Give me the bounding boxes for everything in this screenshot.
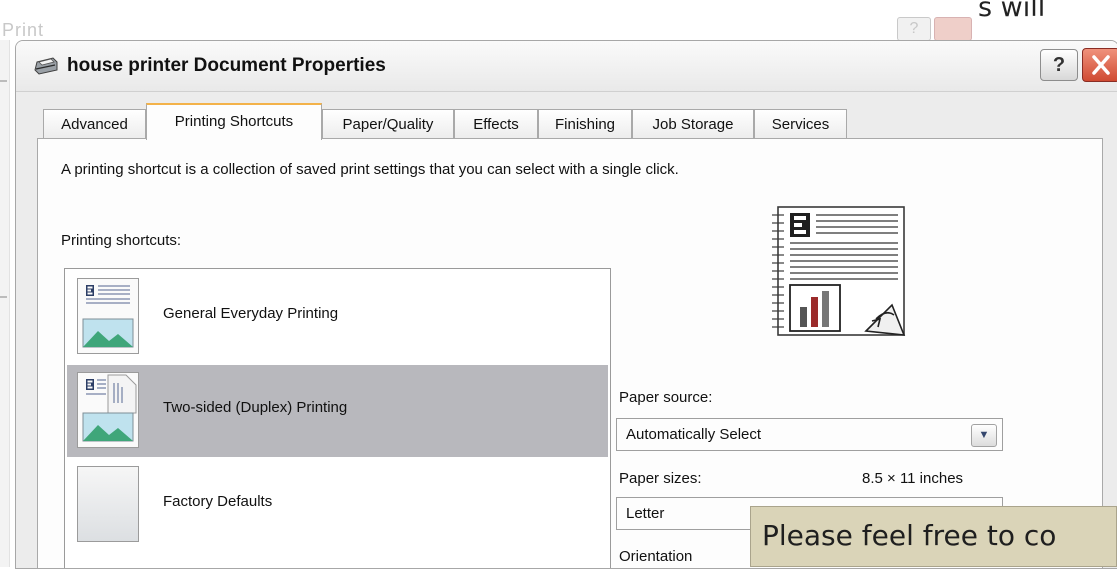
background-edge-mark bbox=[0, 296, 7, 298]
paper-size-dimensions: 8.5 × 11 inches bbox=[862, 470, 964, 487]
paper-source-label: Paper source: bbox=[619, 389, 713, 406]
paper-source-value: Automatically Select bbox=[626, 426, 762, 443]
chevron-down-icon[interactable]: ▼ bbox=[971, 424, 997, 447]
background-window: Print ? s will bbox=[0, 0, 1117, 41]
duplex-document-icon bbox=[77, 372, 139, 448]
orientation-label: Orientation bbox=[619, 548, 693, 565]
tab-effects[interactable]: Effects bbox=[454, 109, 538, 139]
tab-paper-quality[interactable]: Paper/Quality bbox=[322, 109, 454, 139]
tab-job-storage[interactable]: Job Storage bbox=[632, 109, 754, 139]
shortcuts-description: A printing shortcut is a collection of s… bbox=[61, 161, 679, 178]
title-bar[interactable]: house printer Document Properties ? bbox=[16, 41, 1117, 92]
blank-page-icon bbox=[77, 466, 139, 542]
shortcut-label: Factory Defaults bbox=[163, 493, 273, 510]
shortcut-label: Two-sided (Duplex) Printing bbox=[163, 399, 348, 416]
paper-sizes-label: Paper sizes: bbox=[619, 470, 702, 487]
close-icon bbox=[1092, 55, 1110, 75]
help-button[interactable]: ? bbox=[1040, 49, 1078, 81]
close-button[interactable] bbox=[1082, 48, 1117, 82]
list-item[interactable]: Two-sided (Duplex) Printing bbox=[67, 365, 608, 457]
dialog-title: house printer Document Properties bbox=[67, 55, 386, 76]
document-properties-dialog: house printer Document Properties ? Adva… bbox=[15, 40, 1117, 569]
background-close-button[interactable] bbox=[934, 17, 972, 41]
background-text-fragment: s will bbox=[978, 0, 1046, 23]
background-edge-mark bbox=[0, 80, 7, 82]
tab-advanced[interactable]: Advanced bbox=[43, 109, 146, 139]
printer-icon bbox=[34, 57, 58, 75]
background-help-button[interactable]: ? bbox=[897, 17, 931, 41]
printing-shortcuts-panel: A printing shortcut is a collection of s… bbox=[37, 138, 1103, 568]
list-item[interactable]: Factory Defaults bbox=[67, 459, 608, 551]
shortcuts-list-label: Printing shortcuts: bbox=[61, 232, 182, 249]
shortcut-label: General Everyday Printing bbox=[163, 305, 339, 322]
tab-printing-shortcuts[interactable]: Printing Shortcuts bbox=[146, 103, 322, 140]
paper-source-select[interactable]: Automatically Select ▼ bbox=[616, 418, 1003, 451]
tab-services[interactable]: Services bbox=[754, 109, 847, 139]
tab-finishing[interactable]: Finishing bbox=[538, 109, 632, 139]
shortcuts-list[interactable]: General Everyday Printing Two-sided (Dup… bbox=[64, 268, 611, 568]
document-landscape-icon bbox=[77, 278, 139, 354]
background-window-title: Print bbox=[2, 20, 45, 40]
list-item[interactable]: General Everyday Printing bbox=[67, 271, 608, 363]
background-window-edge bbox=[0, 40, 10, 567]
document-preview-icon bbox=[772, 206, 906, 336]
overlay-caption: Please feel free to co bbox=[750, 506, 1117, 567]
paper-sizes-value: Letter bbox=[626, 505, 665, 522]
